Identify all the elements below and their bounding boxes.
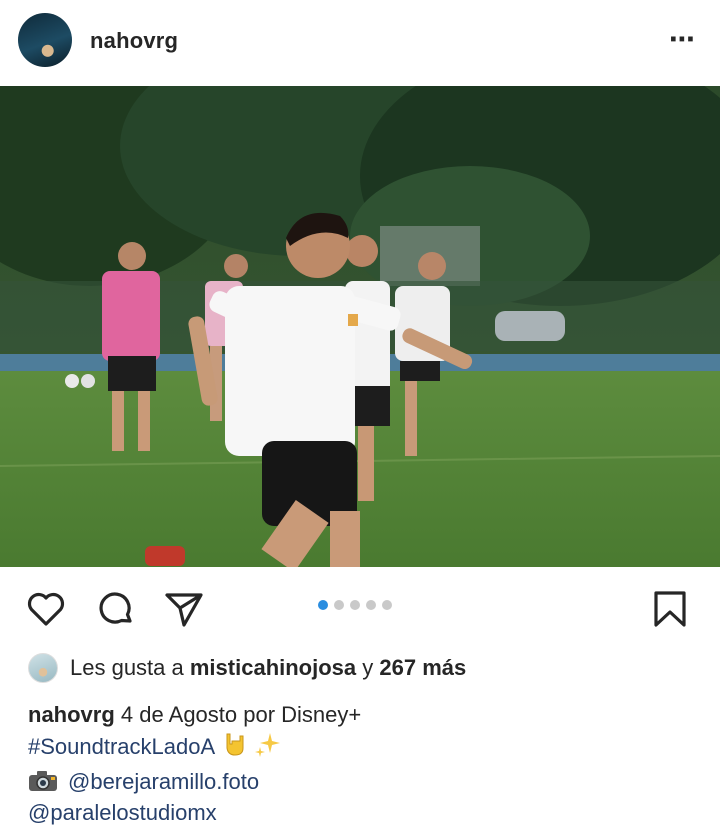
caption-author[interactable]: nahovrg	[28, 702, 115, 727]
post-photo[interactable]	[0, 86, 720, 567]
profile-avatar[interactable]	[18, 13, 72, 67]
likes-summary[interactable]: Les gusta a misticahinojosa y 267 más	[28, 652, 466, 684]
more-options-icon[interactable]: ⋯	[669, 26, 696, 52]
share-icon[interactable]	[162, 587, 206, 631]
carousel-dot[interactable]	[382, 600, 392, 610]
carousel-indicator	[318, 600, 392, 610]
carousel-dot[interactable]	[334, 600, 344, 610]
likes-prefix: Les gusta a	[70, 655, 184, 680]
caption-text: 4 de Agosto por Disney+	[120, 702, 362, 727]
photo-credit-mention[interactable]: @berejaramillo.foto	[68, 769, 259, 794]
bookmark-icon[interactable]	[648, 587, 692, 631]
post-header: nahovrg ⋯	[0, 0, 720, 86]
carousel-dot[interactable]	[350, 600, 360, 610]
studio-mention[interactable]: @paralelostudiomx	[28, 800, 217, 825]
carousel-dot[interactable]	[366, 600, 376, 610]
rock-hand-icon	[220, 730, 248, 766]
heart-icon[interactable]	[24, 587, 68, 631]
carousel-dot[interactable]	[318, 600, 328, 610]
hashtag-link[interactable]: #SoundtrackLadoA	[28, 734, 214, 759]
liker-avatar	[28, 653, 58, 683]
camera-icon	[28, 769, 58, 791]
likes-connector: y	[362, 655, 374, 680]
soccer-training-photo	[0, 86, 720, 567]
likes-others-count[interactable]: 267 más	[379, 655, 466, 681]
username[interactable]: nahovrg	[90, 28, 178, 54]
comment-icon[interactable]	[94, 587, 138, 631]
liker-username[interactable]: misticahinojosa	[190, 655, 356, 681]
post-caption: nahovrg 4 de Agosto por Disney+ #Soundtr…	[28, 699, 708, 825]
sparkles-icon	[254, 730, 282, 766]
